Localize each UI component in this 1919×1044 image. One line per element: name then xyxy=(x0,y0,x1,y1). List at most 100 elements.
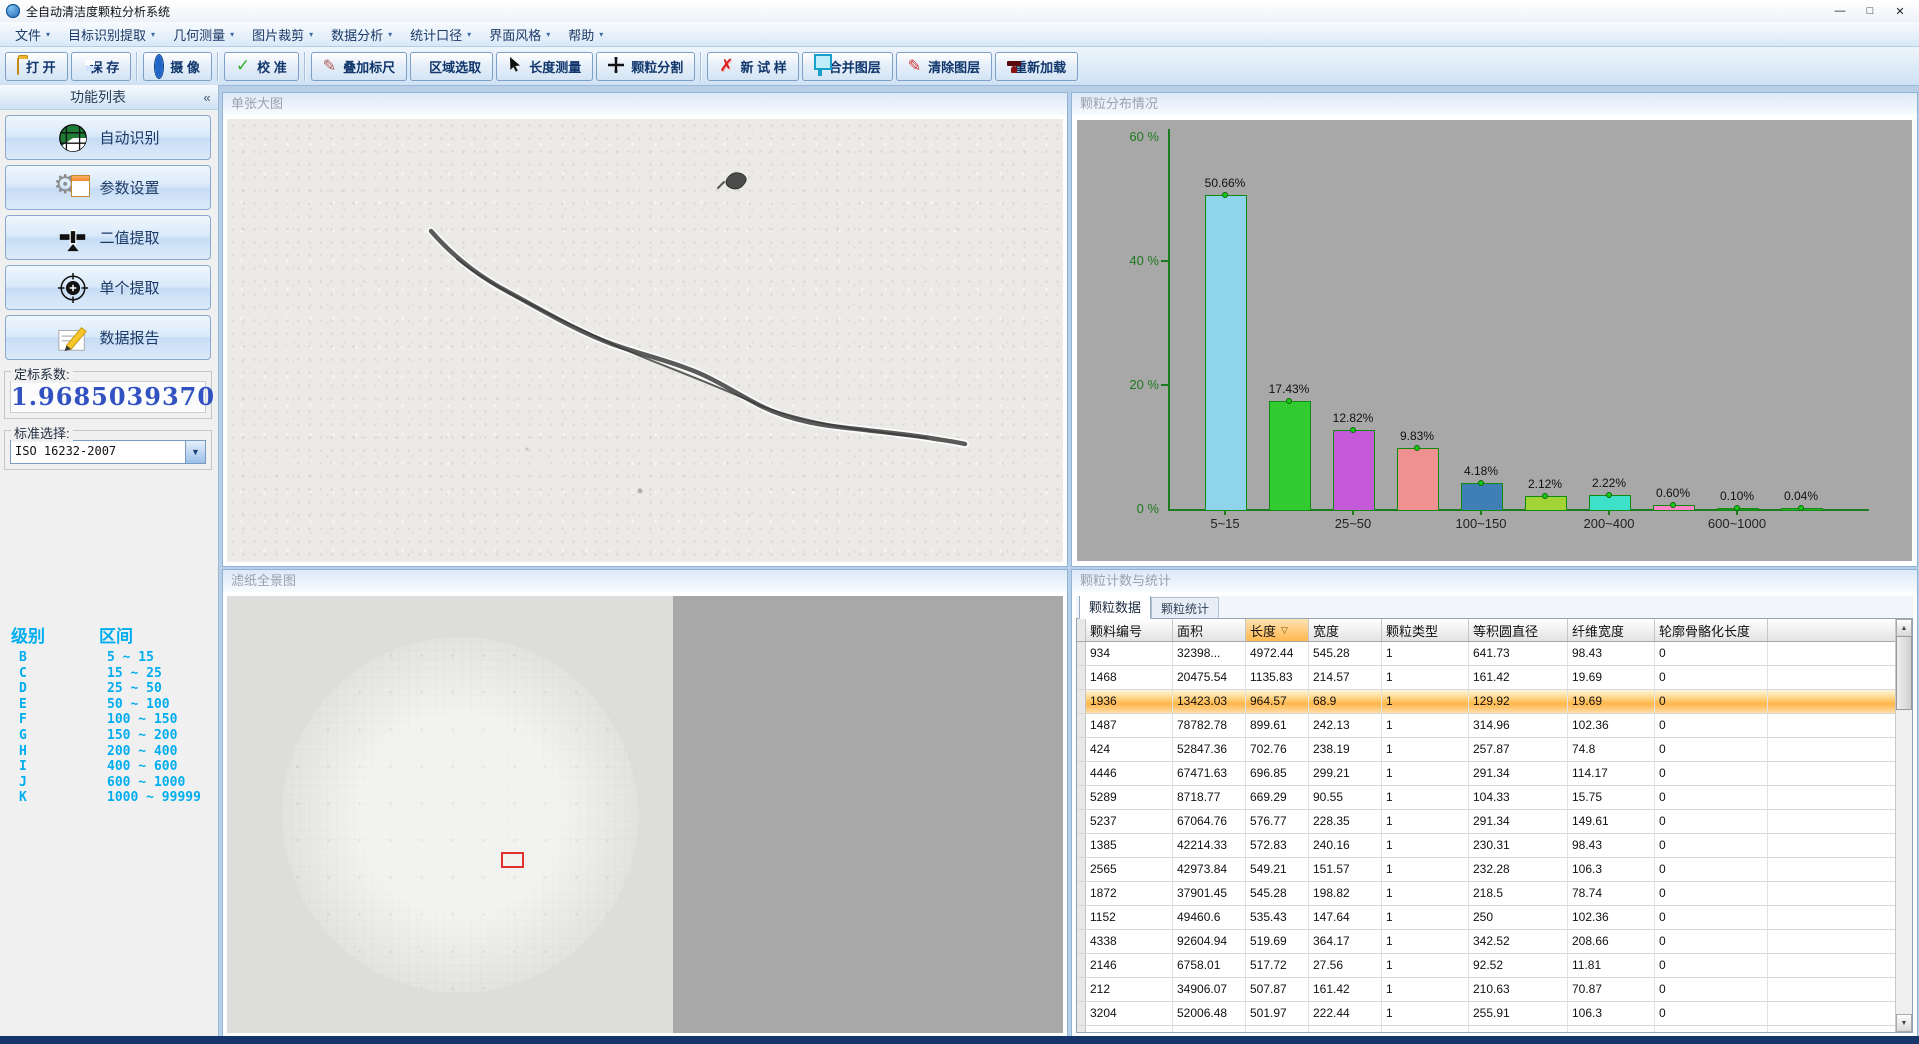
table-cell: 1 xyxy=(1382,762,1469,785)
region-select-button[interactable]: 区域选取 xyxy=(410,52,493,81)
tab-particle-data[interactable]: 颗粒数据 xyxy=(1079,596,1151,619)
maximize-button[interactable]: □ xyxy=(1855,2,1885,20)
table-row[interactable]: 93432398...4972.44545.281641.7398.430 xyxy=(1077,642,1912,666)
menu-item-0[interactable]: 文件▾ xyxy=(6,22,59,47)
merge-layers-button[interactable]: 合并图层 xyxy=(802,52,893,81)
panorama-image-area[interactable] xyxy=(227,596,673,1033)
table-cell: 291.34 xyxy=(1469,810,1568,833)
length-measure-button[interactable]: 长度测量 xyxy=(496,52,593,81)
x-tick-label: 200~400 xyxy=(1563,516,1655,531)
table-row[interactable]: 155511998...492.13401.571389.76248.030 xyxy=(1077,1026,1912,1033)
filter-paper-circle[interactable] xyxy=(282,637,638,993)
table-cell: 0 xyxy=(1655,930,1768,953)
row-gutter xyxy=(1077,714,1086,737)
column-header-4[interactable]: 颗粒类型 xyxy=(1382,619,1469,641)
chart-bar-5~15 xyxy=(1205,195,1247,511)
table-row[interactable]: 146820475.541135.83214.571161.4219.690 xyxy=(1077,666,1912,690)
column-header-5[interactable]: 等积圆直径 xyxy=(1469,619,1568,641)
table-cell: 1 xyxy=(1382,882,1469,905)
particle-split-button[interactable]: 颗粒分割 xyxy=(596,52,695,81)
close-button[interactable]: ✕ xyxy=(1885,2,1915,20)
table-row[interactable]: 21466758.01517.7227.56192.5211.810 xyxy=(1077,954,1912,978)
sidebar-button-auto-detect[interactable]: 自动识别 xyxy=(5,115,211,160)
sidebar-button-data-report[interactable]: 数据报告 xyxy=(5,315,211,360)
clear-layers-button[interactable]: ✎清除图层 xyxy=(896,52,992,81)
table-cell: 964.57 xyxy=(1246,690,1309,713)
column-header-2[interactable]: 长度▽ xyxy=(1246,619,1309,641)
table-row[interactable]: 256542973.84549.21151.571232.28106.30 xyxy=(1077,858,1912,882)
table-cell: 0 xyxy=(1655,690,1768,713)
open-button[interactable]: 打 开 xyxy=(5,52,68,81)
table-cell: 98.43 xyxy=(1568,834,1655,857)
table-row[interactable]: 523767064.76576.77228.351291.34149.610 xyxy=(1077,810,1912,834)
table-row[interactable]: 138542214.33572.83240.161230.3198.430 xyxy=(1077,834,1912,858)
table-row[interactable]: 444667471.63696.85299.211291.34114.170 xyxy=(1077,762,1912,786)
table-cell: 1 xyxy=(1382,642,1469,665)
scroll-down-icon[interactable]: ▼ xyxy=(1896,1014,1912,1032)
table-row[interactable]: 320452006.48501.97222.441255.91106.30 xyxy=(1077,1002,1912,1026)
column-header-1[interactable]: 面积 xyxy=(1173,619,1246,641)
single-image-panel: 单张大图 xyxy=(222,92,1068,567)
column-header-7[interactable]: 轮廓骨骼化长度 xyxy=(1655,619,1768,641)
overlay-ruler-button[interactable]: ✎叠加标尺 xyxy=(311,52,407,81)
camera-icon xyxy=(155,59,163,74)
table-scrollbar[interactable]: ▲ ▼ xyxy=(1895,619,1912,1032)
new-sample-button[interactable]: ✗新 试 样 xyxy=(707,52,798,81)
menu-item-4[interactable]: 数据分析▾ xyxy=(322,22,401,47)
table-row[interactable]: 148778782.78899.61242.131314.96102.360 xyxy=(1077,714,1912,738)
menu-item-2[interactable]: 几何测量▾ xyxy=(164,22,243,47)
table-cell: 208.66 xyxy=(1568,930,1655,953)
toolbar-button-label: 打 开 xyxy=(26,57,56,76)
table-row[interactable]: 42452847.36702.76238.191257.8774.80 xyxy=(1077,738,1912,762)
table-row[interactable]: 433892604.94519.69364.171342.52208.660 xyxy=(1077,930,1912,954)
calibration-label: 定标系数: xyxy=(11,364,73,383)
sidebar-button-param-settings[interactable]: ⚙参数设置 xyxy=(5,165,211,210)
column-header-0[interactable]: 颗料编号 xyxy=(1086,619,1173,641)
table-row[interactable]: 21234906.07507.87161.421210.6370.870 xyxy=(1077,978,1912,1002)
tab-particle-statistics[interactable]: 颗粒统计 xyxy=(1151,597,1219,618)
menu-item-5[interactable]: 统计口径▾ xyxy=(401,22,480,47)
capture-button[interactable]: 摄 像 xyxy=(143,52,212,81)
level-row: K1000 ~ 99999 xyxy=(0,790,218,806)
menu-item-7[interactable]: 帮助▾ xyxy=(559,22,612,47)
calibrate-button[interactable]: ✓校 准 xyxy=(224,52,299,81)
chevron-down-icon: ▾ xyxy=(467,30,471,39)
table-cell: 218.5 xyxy=(1469,882,1568,905)
particle-table-header: 颗料编号面积长度▽宽度颗粒类型等积圆直径纤维宽度轮廓骨骼化长度 xyxy=(1077,619,1912,642)
collapse-sidebar-button[interactable]: « xyxy=(196,90,218,105)
menu-item-1[interactable]: 目标识别提取▾ xyxy=(59,22,164,47)
bar-value-label: 2.12% xyxy=(1512,477,1578,491)
table-cell: 1 xyxy=(1382,906,1469,929)
table-cell: 90.55 xyxy=(1309,786,1382,809)
standard-select[interactable]: ISO 16232-2007 ▼ xyxy=(10,440,206,464)
column-header-3[interactable]: 宽度 xyxy=(1309,619,1382,641)
table-cell: 545.28 xyxy=(1309,642,1382,665)
table-row[interactable]: 187237901.45545.28198.821218.578.740 xyxy=(1077,882,1912,906)
save-button[interactable]: 保 存 xyxy=(71,52,132,81)
distribution-chart-panel: 颗粒分布情况 0 %20 %40 %60 %50.66%17.43%12.82%… xyxy=(1071,92,1918,567)
table-row[interactable]: 193613423.03964.5768.91129.9219.690 xyxy=(1077,690,1912,714)
table-cell: 501.97 xyxy=(1246,1002,1309,1025)
table-row[interactable]: 115249460.6535.43147.641250102.360 xyxy=(1077,906,1912,930)
sidebar-button-binary-extract[interactable]: 二值提取 xyxy=(5,215,211,260)
minimize-button[interactable]: — xyxy=(1825,2,1855,20)
function-list-header: 功能列表 « xyxy=(0,85,218,110)
y-tick-mark xyxy=(1161,384,1168,386)
microscope-image[interactable] xyxy=(227,119,1063,562)
sidebar-button-label: 数据报告 xyxy=(99,327,159,348)
bar-value-label: 0.60% xyxy=(1640,486,1706,500)
table-row[interactable]: 52898718.77669.2990.551104.3315.750 xyxy=(1077,786,1912,810)
sidebar-button-single-extract[interactable]: 单个提取 xyxy=(5,265,211,310)
reload-button[interactable]: 重新加载 xyxy=(995,52,1078,81)
scrollbar-thumb[interactable] xyxy=(1896,636,1912,710)
menu-item-3[interactable]: 图片裁剪▾ xyxy=(243,22,322,47)
column-header-6[interactable]: 纤维宽度 xyxy=(1568,619,1655,641)
chevron-down-icon[interactable]: ▼ xyxy=(185,441,205,463)
table-cell: 4446 xyxy=(1086,762,1173,785)
menu-item-6[interactable]: 界面风格▾ xyxy=(480,22,559,47)
scroll-up-icon[interactable]: ▲ xyxy=(1896,619,1912,637)
gear-notepad-icon: ⚙ xyxy=(56,171,90,205)
x-tick-label: 25~50 xyxy=(1307,516,1399,531)
sidebar: 功能列表 « 自动识别⚙参数设置二值提取单个提取数据报告 定标系数: 1.968… xyxy=(0,85,219,1036)
table-cell: 104.33 xyxy=(1469,786,1568,809)
